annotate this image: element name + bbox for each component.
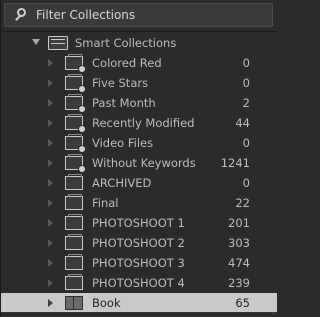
disclosure-triangle-icon (48, 139, 56, 147)
collection-label: Five Stars (92, 76, 149, 90)
collection-item[interactable]: Colored Red 0 (1, 53, 277, 73)
collection-item[interactable]: PHOTOSHOOT 2 303 (1, 233, 277, 253)
disclosure-triangle-icon (48, 239, 56, 247)
collection-icon (65, 254, 83, 270)
smart-collection-icon (65, 114, 85, 132)
smart-collection-icon (65, 154, 85, 172)
disclosure-triangle-icon (48, 119, 56, 127)
collection-item-selected[interactable]: Book 65 (1, 293, 277, 313)
panel-bottom-edge (1, 312, 277, 317)
disclosure-triangle-icon (48, 179, 56, 187)
disclosure-triangle-icon (48, 59, 56, 67)
collection-label: ARCHIVED (92, 176, 152, 190)
divider (1, 31, 277, 32)
collection-label: Video Files (92, 136, 154, 150)
collection-count: 44 (235, 116, 250, 130)
collection-icon (65, 214, 83, 230)
collection-count: 1241 (220, 156, 250, 170)
disclosure-triangle-icon (48, 79, 56, 87)
collection-label: Recently Modified (92, 116, 195, 130)
collection-label: Colored Red (92, 56, 162, 70)
collection-item[interactable]: PHOTOSHOOT 3 474 (1, 253, 277, 273)
expand-triangle-icon[interactable] (32, 39, 40, 47)
collection-icon (65, 274, 83, 290)
collection-set-icon (48, 36, 68, 50)
collection-count: 0 (242, 176, 250, 190)
collection-icon (65, 234, 83, 250)
smart-collection-icon (65, 94, 85, 112)
disclosure-triangle-icon (48, 99, 56, 107)
collection-label: Book (92, 296, 121, 310)
collection-item[interactable]: Past Month 2 (1, 93, 277, 113)
disclosure-triangle-icon (48, 159, 56, 167)
disclosure-triangle-icon[interactable] (48, 299, 56, 307)
smart-collection-icon (65, 54, 85, 72)
smart-collection-icon (65, 74, 85, 92)
collection-icon (65, 174, 83, 190)
collection-count: 2 (242, 96, 250, 110)
collection-count: 474 (228, 256, 250, 270)
collections-tree: Smart Collections Colored Red 0 Five Sta… (1, 33, 277, 313)
collection-count: 0 (242, 136, 250, 150)
collection-item[interactable]: PHOTOSHOOT 1 201 (1, 213, 277, 233)
collection-count: 201 (228, 216, 250, 230)
collection-count: 22 (235, 196, 250, 210)
collection-item[interactable]: Video Files 0 (1, 133, 277, 153)
disclosure-triangle-icon (48, 259, 56, 267)
filter-collections-input[interactable]: Filter Collections (36, 8, 135, 22)
collection-label: PHOTOSHOOT 1 (92, 216, 185, 230)
collection-item[interactable]: Without Keywords 1241 (1, 153, 277, 173)
collection-count: 0 (242, 56, 250, 70)
collection-label: PHOTOSHOOT 3 (92, 256, 185, 270)
collection-item[interactable]: ARCHIVED 0 (1, 173, 277, 193)
collection-label: Without Keywords (92, 156, 196, 170)
collection-label: Past Month (92, 96, 156, 110)
collection-label: PHOTOSHOOT 4 (92, 276, 185, 290)
disclosure-triangle-icon (48, 199, 56, 207)
collection-set-label: Smart Collections (75, 36, 177, 50)
disclosure-triangle-icon (48, 279, 56, 287)
smart-collection-icon (65, 134, 85, 152)
filter-collections-bar[interactable]: Filter Collections (4, 3, 273, 27)
collection-item[interactable]: PHOTOSHOOT 4 239 (1, 273, 277, 293)
collection-label: PHOTOSHOOT 2 (92, 236, 185, 250)
smart-collections-set[interactable]: Smart Collections (1, 33, 277, 53)
search-icon[interactable] (13, 7, 29, 23)
collection-item[interactable]: Final 22 (1, 193, 277, 213)
collection-count: 303 (228, 236, 250, 250)
collection-count: 65 (235, 296, 250, 310)
collections-panel: Filter Collections Smart Collections Col… (0, 0, 277, 317)
collection-item[interactable]: Five Stars 0 (1, 73, 277, 93)
collection-item[interactable]: Recently Modified 44 (1, 113, 277, 133)
collection-icon (65, 194, 83, 210)
collection-label: Final (92, 196, 119, 210)
book-icon (65, 296, 83, 310)
disclosure-triangle-icon (48, 219, 56, 227)
collection-count: 239 (228, 276, 250, 290)
collection-count: 0 (242, 76, 250, 90)
